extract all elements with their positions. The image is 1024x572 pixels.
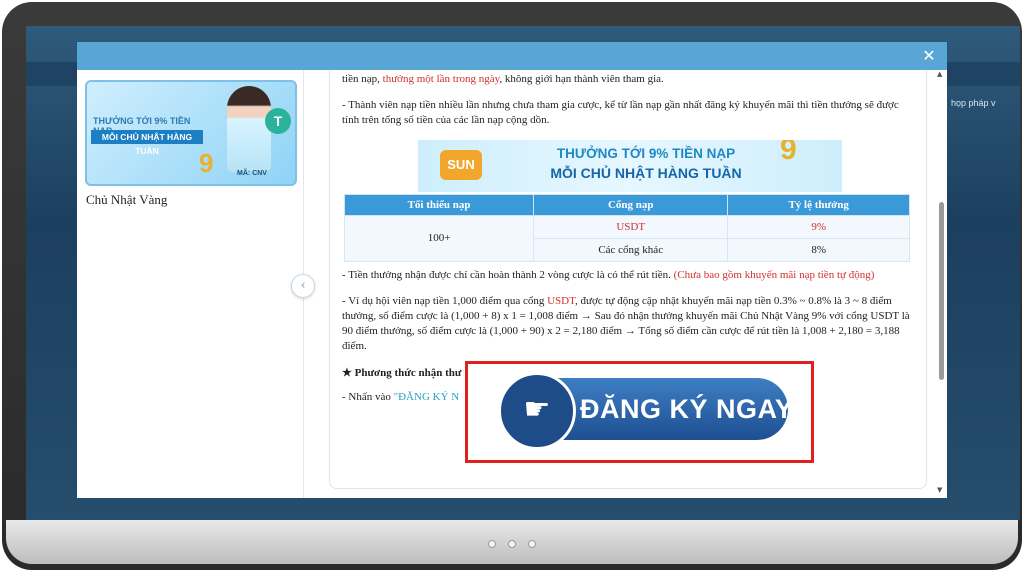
register-now-callout: ☛ ĐĂNG KÝ NGAY <box>465 361 814 463</box>
thumbnail-subline: MỖI CHỦ NHẬT HÀNG TUẦN <box>91 130 203 156</box>
banner-nine: 9 <box>780 140 797 166</box>
register-now-label[interactable]: ĐĂNG KÝ NGAY <box>580 394 794 425</box>
promotion-banner: SUN THƯỞNG TỚI 9% TIỀN NẠP MỖI CHỦ NHẬT … <box>418 140 842 192</box>
calendar-sun-icon: SUN <box>440 150 482 180</box>
bonus-rate-table: Tối thiểu nạp Cổng nạp Tỷ lệ thưởng 100+… <box>343 194 910 262</box>
scroll-down-icon[interactable]: ▼ <box>937 486 942 494</box>
highlight-usdt: USDT <box>547 295 576 307</box>
promotion-thumbnail[interactable]: T THƯỞNG TỚI 9% TIỀN NẠP MỖI CHỦ NHẬT HÀ… <box>85 80 297 186</box>
table-cell-gate: USDT <box>533 215 729 239</box>
paragraph-multiple-deposits: - Thành viên nạp tiền nhiều lần nhưng ch… <box>342 99 899 126</box>
background-side-text: họp pháp v <box>951 98 996 108</box>
register-link[interactable]: "ĐĂNG KÝ N <box>394 391 460 403</box>
highlight-exclusion: (Chưa bao gồm khuyến mãi nạp tiền tự độn… <box>673 269 875 281</box>
modal-header: ✕ <box>77 42 947 70</box>
close-icon[interactable]: ✕ <box>919 46 939 66</box>
table-row: 100+ USDT 9% <box>343 215 910 262</box>
monitor-dot <box>508 540 516 548</box>
table-header: Tối thiểu nạp <box>343 194 535 216</box>
monitor-dots <box>488 540 536 548</box>
monitor-dot <box>528 540 536 548</box>
table-header: Cổng nạp <box>533 194 729 216</box>
thumbnail-nine: 9 <box>199 148 214 178</box>
paragraph-wagering: - Tiền thưởng nhận được chỉ cần hoàn thà… <box>342 269 875 281</box>
scroll-thumb[interactable] <box>939 202 944 380</box>
scroll-up-icon[interactable]: ▲ <box>937 70 942 78</box>
monitor-dot <box>488 540 496 548</box>
table-cell-rate: 9% <box>727 215 910 239</box>
banner-headline: THƯỞNG TỚI 9% TIỀN NẠP <box>556 146 736 161</box>
chevron-left-icon[interactable]: ‹ <box>291 274 315 298</box>
paragraph-deposit-limit: tiền nạp, thưởng một lần trong ngày, khô… <box>342 73 664 85</box>
tether-coin-icon: T <box>265 108 291 134</box>
banner-subline: MỖI CHỦ NHẬT HÀNG TUẦN <box>550 165 742 181</box>
modal-scrollbar[interactable]: ▲ ▼ <box>937 70 947 496</box>
model-image <box>227 86 271 172</box>
table-cell-min-deposit: 100+ <box>343 215 535 262</box>
table-cell-rate: 8% <box>727 238 910 262</box>
table-cell-gate: Các cổng khác <box>533 238 729 262</box>
pointing-hand-icon[interactable]: ☛ <box>498 372 576 450</box>
highlight-once-per-day: thưởng một lần trong ngày <box>382 73 500 85</box>
promotion-title[interactable]: Chủ Nhật Vàng <box>86 192 167 208</box>
promotion-list-panel: T THƯỞNG TỚI 9% TIỀN NẠP MỖI CHỦ NHẬT HÀ… <box>77 70 304 498</box>
table-header: Tỷ lệ thưởng <box>727 194 910 216</box>
paragraph-example: - Ví dụ hội viên nạp tiền 1,000 điểm qua… <box>342 295 910 352</box>
thumbnail-code: MÃ: CNV <box>237 170 267 177</box>
